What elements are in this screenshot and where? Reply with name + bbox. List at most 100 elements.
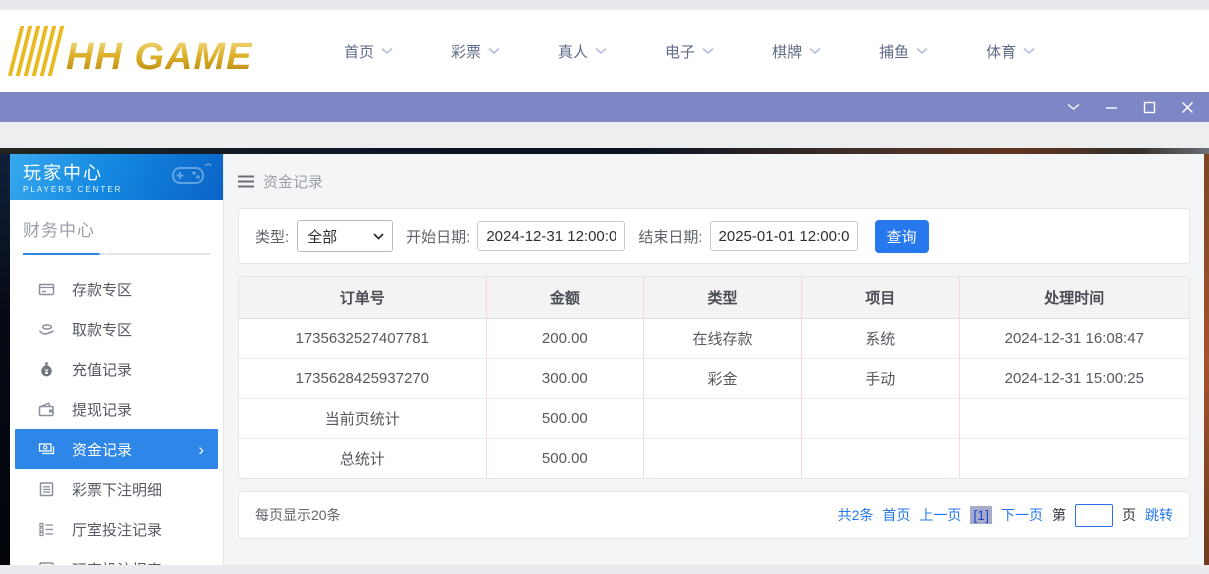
nav-item-label: 体育 [986, 43, 1017, 61]
table-column-header: 订单号 [239, 277, 487, 319]
next-page-link[interactable]: 下一页 [1001, 505, 1043, 525]
table-cell: 2024-12-31 15:00:25 [959, 357, 1189, 398]
prev-page-link[interactable]: 上一页 [919, 505, 961, 525]
gamepad-icon [172, 163, 212, 184]
table-cell: 系统 [801, 318, 960, 358]
table-body: 1735632527407781 200.00 在线存款 系统 2024-12-31 1… [239, 318, 1189, 478]
page-prefix-label: 第 [1052, 507, 1066, 523]
table-column-header: 类型 [643, 277, 802, 319]
table-cell [643, 437, 802, 478]
finance-section: 财务中心 [10, 200, 223, 265]
gray-strip [0, 122, 1209, 148]
table-column-header: 处理时间 [959, 277, 1189, 319]
recharge-record-icon [38, 361, 55, 378]
fund-record-icon [38, 441, 55, 458]
nav-item-6[interactable]: 捕鱼 [879, 41, 928, 62]
end-date-input[interactable] [709, 221, 858, 251]
type-select-value: 全部 [307, 228, 338, 246]
breadcrumb: 资金记录 [238, 154, 1190, 208]
table-cell: 1735628425937270 [239, 357, 487, 398]
current-page-indicator: [1] [970, 506, 992, 524]
hamburger-icon[interactable] [238, 175, 254, 188]
close-button[interactable] [1179, 99, 1195, 115]
filter-bar: 类型: 全部 开始日期: 结束日期: 查询 [238, 208, 1190, 264]
table-cell: 总统计 [239, 437, 487, 478]
table-header-row: 订单号 金额 类型 项目 处理时间 [239, 277, 1189, 319]
sidebar-item-label: 厅室投注记录 [72, 521, 163, 539]
window-titlebar [0, 92, 1209, 122]
nav-item-3[interactable]: 真人 [558, 41, 607, 62]
desktop-bottom-strip [0, 565, 1209, 574]
nav-item-4[interactable]: 电子 [665, 41, 714, 62]
total-count: 共2条 [837, 507, 874, 523]
sidebar-header: 玩家中心 PLAYERS CENTER [10, 154, 223, 200]
table-cell: 500.00 [486, 397, 645, 438]
search-button[interactable]: 查询 [874, 219, 929, 253]
nav-item-5[interactable]: 棋牌 [772, 41, 821, 62]
start-date-input[interactable] [477, 221, 626, 251]
page-suffix-label: 页 [1122, 507, 1136, 523]
sidebar-item-label: 充值记录 [72, 361, 133, 379]
records-table: 订单号 金额 类型 项目 处理时间 1735632527407781 200.00 在线存款… [239, 277, 1189, 478]
nav-item-label: 电子 [665, 43, 696, 61]
main-content: 资金记录 类型: 全部 开始日期: 结束日期: 查询 订单号金额类型 [224, 154, 1204, 565]
sidebar-item-提现记录[interactable]: 提现记录 [10, 389, 223, 429]
pager: 共2条 首页 上一页 [1] 下一页 第 页 跳转 [837, 503, 1173, 527]
pagination-bar: 每页显示20条 共2条 首页 上一页 [1] 下一页 第 页 跳转 [238, 491, 1190, 539]
sidebar-item-彩票下注明细[interactable]: 彩票下注明细 [10, 469, 223, 509]
sidebar: 玩家中心 PLAYERS CENTER 财务中心 存款专区取款专区充值记录提现记… [10, 154, 224, 574]
sidebar-item-存款专区[interactable]: 存款专区 [10, 269, 223, 309]
table-cell: 彩金 [643, 357, 802, 398]
end-date-label: 结束日期: [638, 228, 703, 246]
nav-item-label: 捕鱼 [879, 43, 910, 61]
table-cell [959, 397, 1189, 438]
sidebar-item-取款专区[interactable]: 取款专区 [10, 309, 223, 349]
chevron-down-icon [916, 42, 928, 60]
type-select[interactable]: 全部 [297, 220, 394, 252]
jump-link[interactable]: 跳转 [1145, 505, 1173, 525]
desktop-top-strip [0, 0, 1209, 10]
table-cell [643, 397, 802, 438]
nav-item-label: 真人 [558, 43, 589, 61]
table-cell: 300.00 [486, 357, 645, 398]
withdraw-zone-icon [38, 321, 55, 338]
chevron-down-button[interactable] [1065, 99, 1081, 115]
table-column-header: 项目 [801, 277, 960, 319]
maximize-button[interactable] [1141, 99, 1157, 115]
sidebar-item-label: 资金记录 [72, 441, 133, 459]
finance-section-title: 财务中心 [23, 221, 95, 240]
table-cell [959, 437, 1189, 478]
nav-item-1[interactable]: 首页 [344, 41, 393, 62]
logo-text: HH GAME [66, 36, 253, 78]
table-row: 当前页统计 500.00 [239, 397, 1189, 438]
logo: HH GAME [7, 26, 286, 78]
sidebar-item-label: 提现记录 [72, 401, 133, 419]
first-page-link[interactable]: 首页 [882, 505, 910, 525]
table-row: 1735632527407781 200.00 在线存款 系统 2024-12-31 1… [239, 318, 1189, 358]
table-cell: 手动 [801, 357, 960, 398]
table-row: 总统计 500.00 [239, 437, 1189, 478]
nav-item-label: 首页 [344, 43, 375, 61]
sidebar-item-label: 存款专区 [72, 281, 133, 299]
table-cell: 500.00 [486, 437, 645, 478]
chevron-down-icon [702, 42, 714, 60]
app-header: HH GAME 首页 彩票 真人 电子 棋牌 捕鱼 体育 [0, 10, 1209, 92]
desktop-right-edge [1204, 154, 1209, 565]
sidebar-item-资金记录[interactable]: 资金记录 › [15, 429, 218, 469]
sidebar-item-厅室投注记录[interactable]: 厅室投注记录 [10, 509, 223, 549]
jump-page-input[interactable] [1075, 503, 1113, 527]
nav-item-label: 彩票 [451, 43, 482, 61]
sidebar-item-充值记录[interactable]: 充值记录 [10, 349, 223, 389]
table-cell [801, 437, 960, 478]
nav-item-2[interactable]: 彩票 [451, 41, 500, 62]
nav-item-7[interactable]: 体育 [986, 41, 1035, 62]
table-cell: 1735632527407781 [239, 318, 487, 358]
chevron-down-icon [381, 42, 393, 60]
hall-bet-icon [38, 521, 55, 538]
chevron-right-icon: › [198, 439, 204, 459]
deposit-zone-icon [38, 281, 55, 298]
minimize-button[interactable] [1103, 99, 1119, 115]
chevron-down-icon [809, 42, 821, 60]
main-nav: 首页 彩票 真人 电子 棋牌 捕鱼 体育 [344, 41, 1035, 62]
withdraw-record-icon [38, 401, 55, 418]
